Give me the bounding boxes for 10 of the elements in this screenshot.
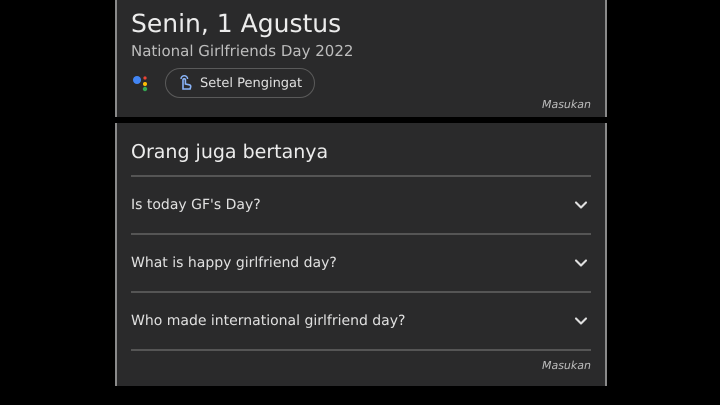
question-row[interactable]: Is today GF's Day? — [131, 177, 591, 235]
set-reminder-button[interactable]: Setel Pengingat — [165, 68, 316, 98]
feedback-link[interactable]: Masukan — [542, 359, 591, 372]
feedback-link[interactable]: Masukan — [542, 98, 591, 111]
event-name: National Girlfriends Day 2022 — [131, 42, 354, 60]
section-title: Orang juga bertanya — [131, 131, 591, 177]
question-row[interactable]: What is happy girlfriend day? — [131, 235, 591, 293]
event-date: Senin, 1 Agustus — [131, 8, 342, 40]
question-row[interactable]: Who made international girlfriend day? — [131, 293, 591, 351]
reminder-hand-icon — [178, 75, 194, 91]
